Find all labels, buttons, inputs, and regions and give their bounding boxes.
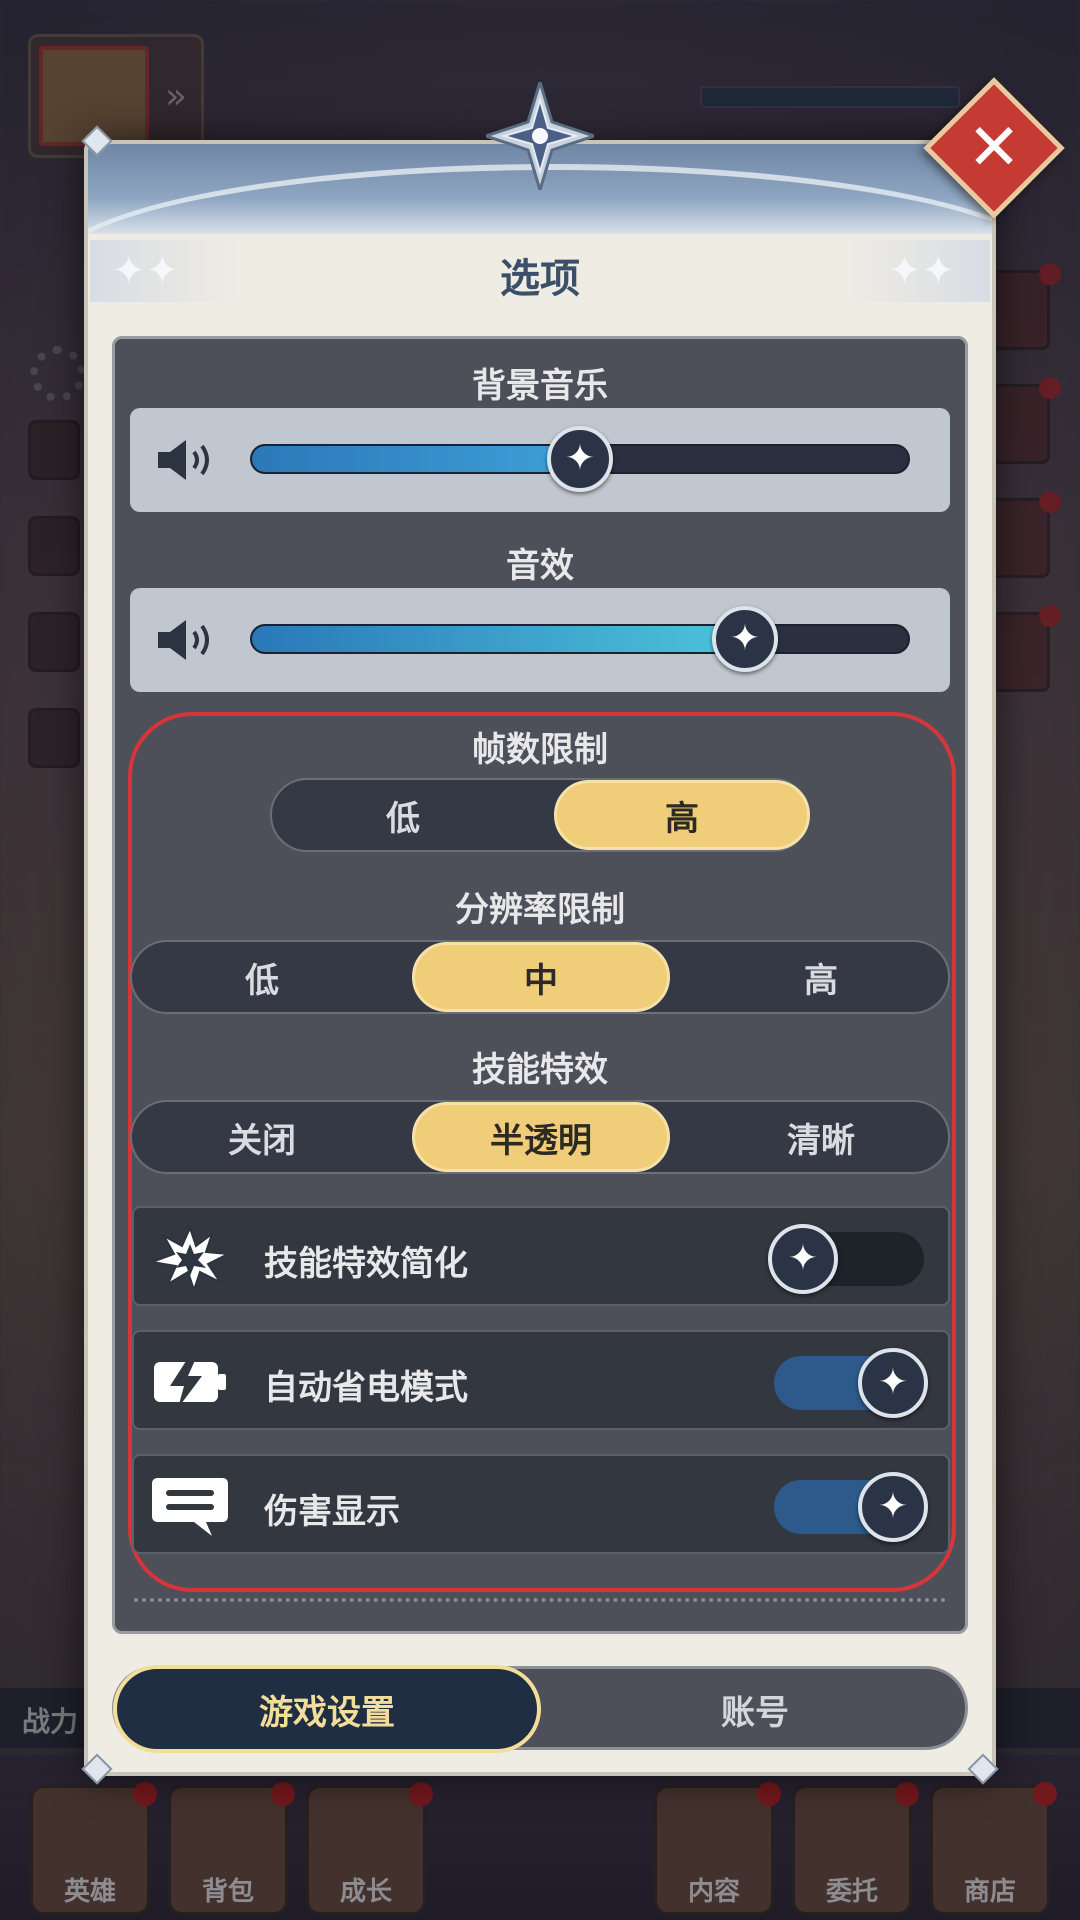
skill-effects-option-off[interactable]: 关闭 [132,1102,392,1172]
battery-bolt-icon [154,1358,226,1408]
star-icon: ✦ [877,1486,909,1527]
star-icon: ✦ [564,438,596,479]
sfx-slider-fill [252,626,744,652]
toggle-row-damage-display: 伤害显示 ✦ [132,1454,950,1554]
skill-effects-option-clear[interactable]: 清晰 [692,1102,950,1172]
skill-effects-label: 技能特效 [472,1050,608,1090]
skill-effects-option-translucent[interactable]: 半透明 [412,1102,670,1172]
skill-effects-selector: 关闭 半透明 清晰 [130,1100,950,1174]
resolution-option-low[interactable]: 低 [132,942,392,1012]
power-saving-toggle[interactable]: ✦ [774,1348,928,1418]
frame-limit-option-high[interactable]: 高 [554,780,810,850]
burst-icon [150,1226,230,1290]
power-saving-label: 自动省电模式 [264,1368,468,1408]
skill-simplify-toggle[interactable]: ✦ [768,1224,924,1294]
settings-tabs: 游戏设置 账号 [112,1665,968,1753]
toggle-knob: ✦ [768,1224,838,1294]
resolution-option-high[interactable]: 高 [692,942,950,1012]
chat-bubble-icon [152,1478,228,1536]
close-x-icon: ✕ [967,111,1021,185]
damage-display-label: 伤害显示 [264,1492,400,1532]
damage-display-toggle[interactable]: ✦ [774,1472,928,1542]
crest-emblem-icon [486,82,594,190]
toggle-knob: ✦ [858,1472,928,1542]
star-icon: ✦ [877,1362,909,1403]
sfx-label: 音效 [506,546,574,586]
tab-game-settings[interactable]: 游戏设置 [113,1665,541,1753]
resolution-limit-selector: 低 中 高 [130,940,950,1014]
frame-limit-option-low[interactable]: 低 [272,780,534,850]
speaker-icon [158,620,209,660]
star-icon: ✦ [787,1238,819,1279]
tab-account[interactable]: 账号 [545,1665,965,1753]
frame-limit-selector: 低 高 [270,778,810,852]
resolution-limit-label: 分辨率限制 [455,890,625,930]
music-slider-fill [252,446,580,472]
speaker-icon [158,440,209,480]
sfx-slider-track[interactable] [250,624,910,654]
music-slider-box: ✦ [130,408,950,512]
toggle-row-power-saving: 自动省电模式 ✦ [132,1330,950,1430]
skill-simplify-label: 技能特效简化 [264,1244,468,1284]
music-slider-thumb[interactable]: ✦ [547,426,613,492]
sfx-slider-box: ✦ [130,588,950,692]
toggle-row-skill-simplify: 技能特效简化 ✦ [132,1206,950,1306]
panel-divider [134,1598,946,1602]
sfx-slider-thumb[interactable]: ✦ [712,606,778,672]
toggle-knob: ✦ [858,1348,928,1418]
dialog-title: 选项 [500,256,580,302]
frame-limit-label: 帧数限制 [472,730,608,770]
resolution-option-medium[interactable]: 中 [412,942,670,1012]
star-icon: ✦ [729,618,761,659]
music-label: 背景音乐 [472,366,608,406]
